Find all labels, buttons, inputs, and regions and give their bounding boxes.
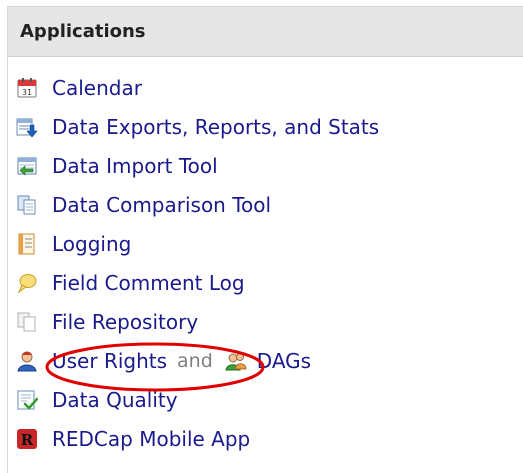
dags-link[interactable]: DAGs [257,349,311,373]
menu-item-data-exports[interactable]: Data Exports, Reports, and Stats [16,107,379,146]
data-import-icon [16,155,38,177]
data-comparison-link[interactable]: Data Comparison Tool [52,193,271,217]
logging-icon [16,233,38,255]
users-group-icon [225,350,247,372]
menu-item-field-comment-log[interactable]: Field Comment Log [16,263,379,302]
user-rights-link[interactable]: User Rights [52,349,167,373]
svg-text:R: R [21,431,34,449]
panel-header: Applications [8,7,523,57]
redcap-mobile-app-icon: R [16,428,38,450]
data-exports-icon [16,116,38,138]
svg-text:31: 31 [22,88,32,97]
file-repository-link[interactable]: File Repository [52,310,198,334]
data-import-link[interactable]: Data Import Tool [52,154,218,178]
comment-bubble-icon [16,272,38,294]
and-separator: and [177,349,213,372]
menu-item-logging[interactable]: Logging [16,224,379,263]
menu-item-redcap-mobile-app[interactable]: R REDCap Mobile App [16,419,379,458]
applications-menu: 31 Calendar Data Exports, Reports, and S… [16,68,379,458]
menu-item-data-comparison[interactable]: Data Comparison Tool [16,185,379,224]
panel-title: Applications [20,21,146,42]
menu-item-file-repository[interactable]: File Repository [16,302,379,341]
logging-link[interactable]: Logging [52,232,131,256]
redcap-mobile-app-link[interactable]: REDCap Mobile App [52,427,250,451]
menu-item-data-import[interactable]: Data Import Tool [16,146,379,185]
field-comment-log-link[interactable]: Field Comment Log [52,271,245,295]
menu-item-calendar[interactable]: 31 Calendar [16,68,379,107]
data-comparison-icon [16,194,38,216]
data-quality-icon [16,389,38,411]
calendar-link[interactable]: Calendar [52,76,142,100]
data-quality-link[interactable]: Data Quality [52,388,178,412]
menu-item-data-quality[interactable]: Data Quality [16,380,379,419]
file-repository-icon [16,311,38,333]
menu-item-user-rights[interactable]: User Rights and DAGs [16,341,379,380]
user-rights-icon [16,350,38,372]
data-exports-link[interactable]: Data Exports, Reports, and Stats [52,115,379,139]
calendar-icon: 31 [16,77,38,99]
